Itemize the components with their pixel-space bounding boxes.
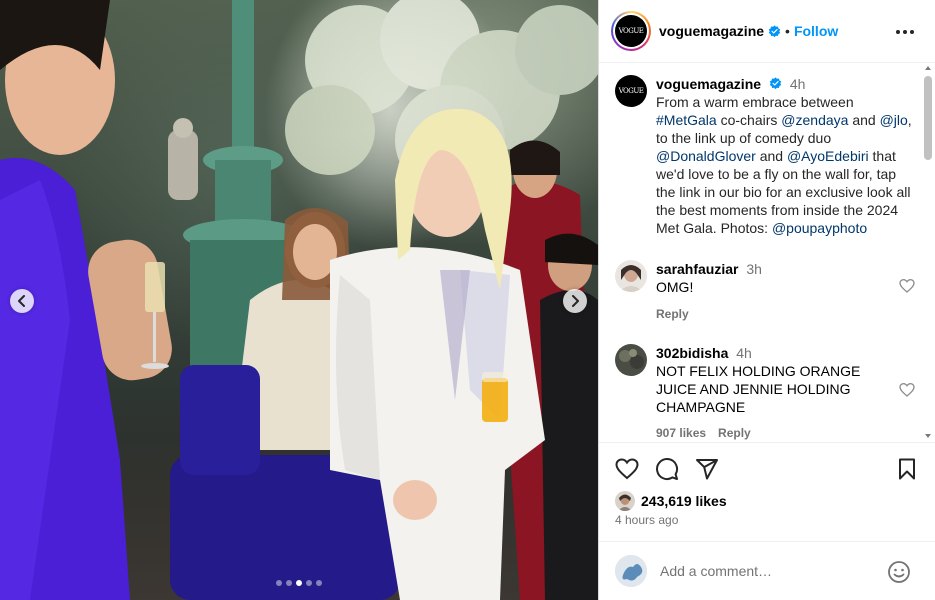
chevron-right-icon [572,295,579,307]
author-username[interactable]: voguemagazine [659,23,764,39]
verified-badge-icon [768,24,781,37]
action-bar [599,443,935,493]
heart-icon[interactable] [899,382,915,398]
follow-button[interactable]: Follow [794,23,838,39]
caption-text-segment: From a warm embrace between [656,94,854,110]
caption-username[interactable]: voguemagazine [656,76,761,92]
post-media [0,0,598,600]
carousel-dot [296,580,302,586]
event-photo [0,0,598,600]
reply-button[interactable]: Reply [718,424,751,442]
bookmark-icon[interactable] [895,457,919,481]
heart-icon[interactable] [899,278,915,294]
carousel-dot [316,580,322,586]
comment-username[interactable]: 302bidisha [656,345,728,361]
comment-time: 3h [746,261,762,277]
avatar: VOGUE [615,15,647,47]
commenter-avatar[interactable] [615,344,647,376]
more-options-icon [896,30,914,34]
post-actions-area: 243,619 likes 4 hours ago [599,442,935,527]
current-user-avatar [615,555,647,587]
caption-link[interactable]: @zendaya [781,112,848,128]
comment-input[interactable] [660,563,880,579]
commenter-avatar[interactable] [615,260,647,292]
caption-link[interactable]: @AyoEdebiri [787,148,869,164]
comment-username[interactable]: sarahfauziar [656,261,738,277]
likes-count[interactable]: 243,619 likes [641,493,727,509]
caption-link[interactable]: #MetGala [656,112,717,128]
carousel-indicator [0,580,598,586]
comment-item: 302bidisha 4h NOT FELIX HOLDING ORANGE J… [615,344,915,442]
caption-text: From a warm embrace between #MetGala co-… [656,93,915,237]
emoji-icon[interactable] [887,560,911,584]
post-caption: VOGUE voguemagazine 4h From a warm embra… [615,75,915,237]
post-sidebar: VOGUE voguemagazine • Follow VOGUE vogue… [598,0,935,600]
chevron-left-icon [18,295,25,307]
scrollbar-thumb[interactable] [924,76,932,160]
caption-text-segment: and [848,112,880,128]
caption-text-segment: co-chairs [716,112,782,128]
heart-icon[interactable] [615,457,639,481]
comment-icon[interactable] [655,457,679,481]
post-timestamp[interactable]: 4 hours ago [615,513,678,527]
liker-avatar [615,491,635,511]
comment-item: sarahfauziar 3h OMG! Reply [615,260,915,323]
caption-link[interactable]: @DonaldGlover [656,148,756,164]
next-slide-button[interactable] [563,289,587,313]
likes-summary[interactable]: 243,619 likes [615,491,727,511]
carousel-dot [306,580,312,586]
caption-link[interactable]: @poupayphoto [772,220,867,236]
add-comment-bar [599,541,935,600]
header-separator: • [785,23,790,39]
comments-section[interactable]: VOGUE voguemagazine 4h From a warm embra… [599,64,935,442]
caption-text-segment: and [755,148,787,164]
comment-time: 4h [736,345,752,361]
comment-text: OMG! [656,279,694,295]
post-header: VOGUE voguemagazine • Follow [599,0,935,63]
caption-time: 4h [789,76,806,92]
comment-text: NOT FELIX HOLDING ORANGE JUICE AND JENNI… [656,363,861,415]
verified-badge-icon [769,77,782,90]
carousel-dot [286,580,292,586]
instagram-post: VOGUE voguemagazine • Follow VOGUE vogue… [0,0,935,600]
comment-likes[interactable]: 907 likes [656,424,706,442]
share-icon[interactable] [695,457,719,481]
caption-avatar[interactable]: VOGUE [615,75,647,107]
caption-link[interactable]: @jlo [880,112,908,128]
more-options-button[interactable] [895,22,915,42]
carousel-dot [276,580,282,586]
previous-slide-button[interactable] [10,289,34,313]
story-ring[interactable]: VOGUE [611,11,651,51]
comments-scrollbar[interactable] [922,64,934,442]
reply-button[interactable]: Reply [656,305,689,323]
